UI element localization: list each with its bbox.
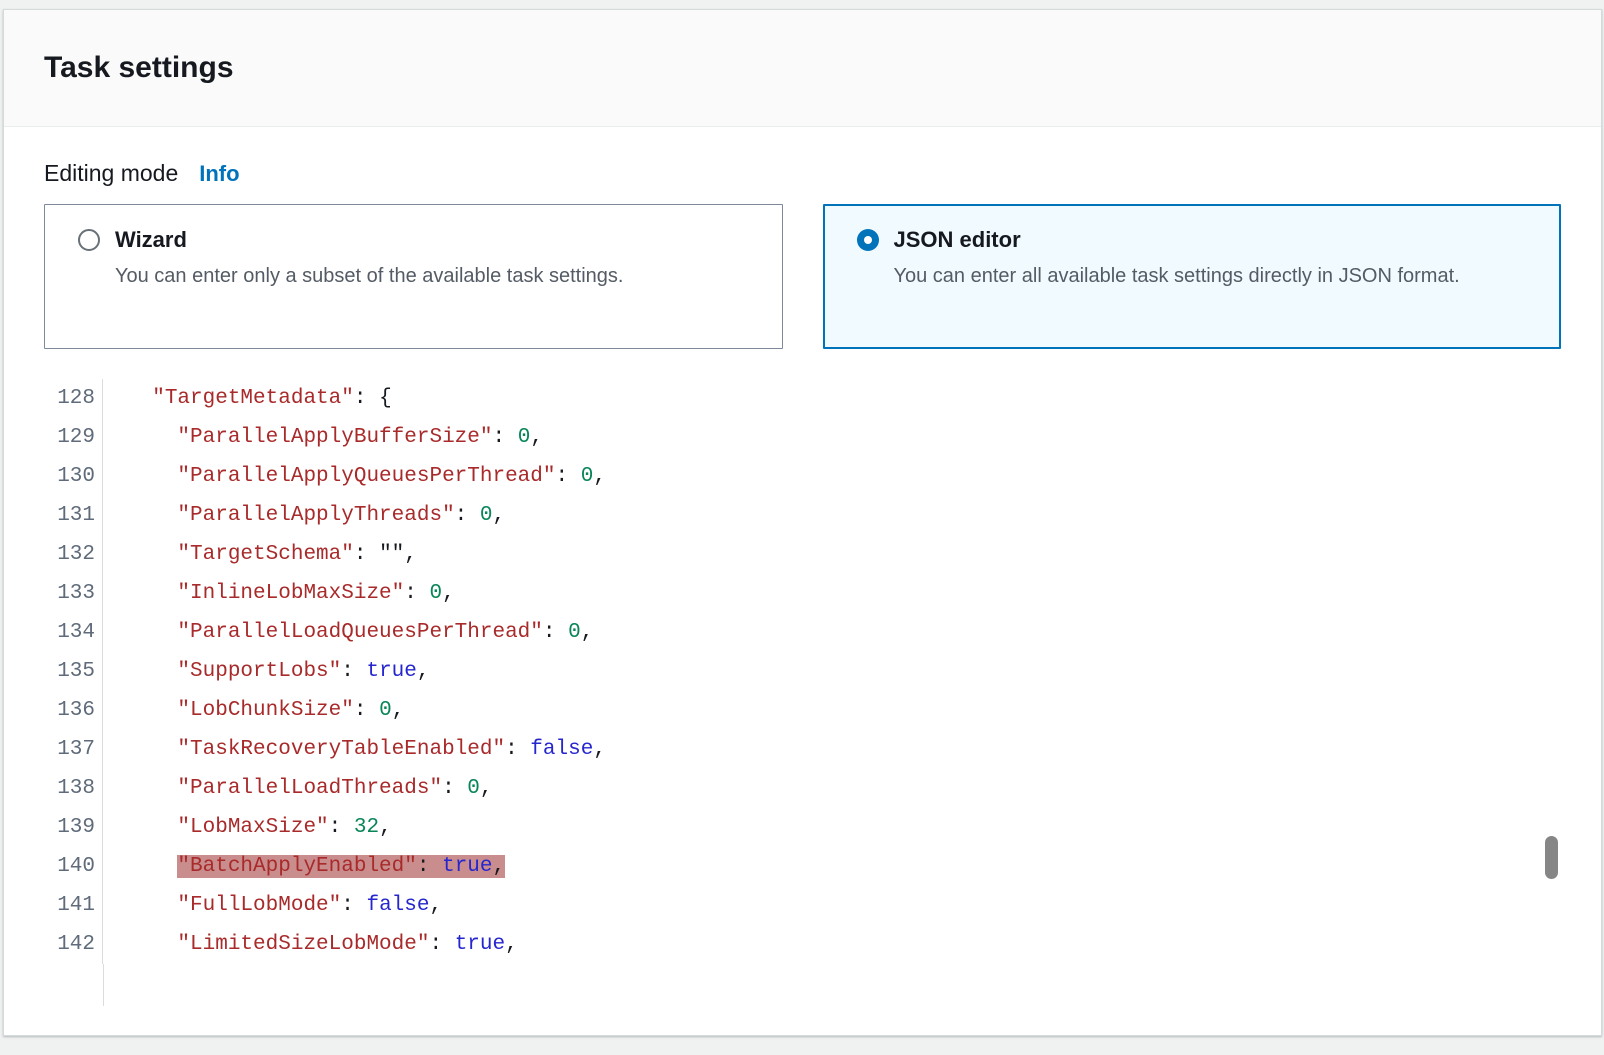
line-number: 129 xyxy=(44,418,103,457)
code-line[interactable]: 135 "SupportLobs": true, xyxy=(44,652,1561,691)
code-line[interactable]: 133 "InlineLobMaxSize": 0, xyxy=(44,574,1561,613)
task-settings-panel: Task settings Editing mode Info Wizard Y… xyxy=(3,9,1602,1036)
code-line[interactable]: 138 "ParallelLoadThreads": 0, xyxy=(44,769,1561,808)
line-number: 132 xyxy=(44,535,103,574)
gutter-divider xyxy=(103,964,104,1006)
code-line[interactable]: 130 "ParallelApplyQueuesPerThread": 0, xyxy=(44,457,1561,496)
wizard-option-card[interactable]: Wizard You can enter only a subset of th… xyxy=(44,204,783,349)
line-number: 128 xyxy=(44,379,103,418)
json-editor-option-header: JSON editor xyxy=(857,227,1541,253)
code-text: "SupportLobs": true, xyxy=(103,655,430,688)
line-number: 131 xyxy=(44,496,103,535)
code-text: "TargetMetadata": { xyxy=(103,382,392,415)
code-text: "InlineLobMaxSize": 0, xyxy=(103,577,455,610)
code-line[interactable]: 136 "LobChunkSize": 0, xyxy=(44,691,1561,730)
json-code-editor[interactable]: 128 "TargetMetadata": {129 "ParallelAppl… xyxy=(44,379,1561,1006)
code-line[interactable]: 129 "ParallelApplyBufferSize": 0, xyxy=(44,418,1561,457)
editing-mode-label: Editing mode xyxy=(44,160,178,187)
json-editor-option-label: JSON editor xyxy=(894,227,1021,253)
panel-header: Task settings xyxy=(4,10,1601,127)
line-number: 142 xyxy=(44,925,103,964)
scrollbar-thumb[interactable] xyxy=(1545,836,1558,879)
code-text: "TaskRecoveryTableEnabled": false, xyxy=(103,733,606,766)
code-text: "ParallelApplyThreads": 0, xyxy=(103,499,505,532)
wizard-option-description: You can enter only a subset of the avail… xyxy=(115,261,727,292)
code-lines: 128 "TargetMetadata": {129 "ParallelAppl… xyxy=(44,379,1561,964)
code-text: "TargetSchema": "", xyxy=(103,538,417,571)
code-text: "LobChunkSize": 0, xyxy=(103,694,404,727)
json-editor-radio-button[interactable] xyxy=(857,229,879,251)
wizard-option-header: Wizard xyxy=(78,227,762,253)
line-number: 130 xyxy=(44,457,103,496)
wizard-option-label: Wizard xyxy=(115,227,187,253)
code-text: "BatchApplyEnabled": true, xyxy=(103,850,505,883)
code-line[interactable]: 141 "FullLobMode": false, xyxy=(44,886,1561,925)
editing-mode-row: Editing mode Info xyxy=(44,160,1561,187)
code-line[interactable]: 132 "TargetSchema": "", xyxy=(44,535,1561,574)
line-number: 136 xyxy=(44,691,103,730)
line-number: 139 xyxy=(44,808,103,847)
panel-title: Task settings xyxy=(44,50,1561,86)
code-text: "FullLobMode": false, xyxy=(103,889,442,922)
editing-mode-tiles: Wizard You can enter only a subset of th… xyxy=(44,204,1561,349)
line-number: 137 xyxy=(44,730,103,769)
line-number: 141 xyxy=(44,886,103,925)
line-number: 138 xyxy=(44,769,103,808)
code-line[interactable]: 140 "BatchApplyEnabled": true, xyxy=(44,847,1561,886)
json-editor-option-description: You can enter all available task setting… xyxy=(894,261,1506,292)
code-line[interactable]: 139 "LobMaxSize": 32, xyxy=(44,808,1561,847)
code-line[interactable]: 134 "ParallelLoadQueuesPerThread": 0, xyxy=(44,613,1561,652)
code-line[interactable]: 142 "LimitedSizeLobMode": true, xyxy=(44,925,1561,964)
info-link[interactable]: Info xyxy=(199,161,239,187)
code-line[interactable]: 128 "TargetMetadata": { xyxy=(44,379,1561,418)
line-number: 133 xyxy=(44,574,103,613)
code-text: "LobMaxSize": 32, xyxy=(103,811,392,844)
code-text: "ParallelApplyQueuesPerThread": 0, xyxy=(103,460,606,493)
code-text: "ParallelLoadThreads": 0, xyxy=(103,772,493,805)
code-text: "LimitedSizeLobMode": true, xyxy=(103,928,518,961)
code-text: "ParallelApplyBufferSize": 0, xyxy=(103,421,543,454)
json-editor-option-card[interactable]: JSON editor You can enter all available … xyxy=(823,204,1562,349)
line-number: 140 xyxy=(44,847,103,886)
code-line[interactable]: 137 "TaskRecoveryTableEnabled": false, xyxy=(44,730,1561,769)
line-number: 134 xyxy=(44,613,103,652)
wizard-radio-button[interactable] xyxy=(78,229,100,251)
panel-body: Editing mode Info Wizard You can enter o… xyxy=(4,160,1601,1006)
code-line[interactable]: 131 "ParallelApplyThreads": 0, xyxy=(44,496,1561,535)
line-number: 135 xyxy=(44,652,103,691)
code-text: "ParallelLoadQueuesPerThread": 0, xyxy=(103,616,593,649)
